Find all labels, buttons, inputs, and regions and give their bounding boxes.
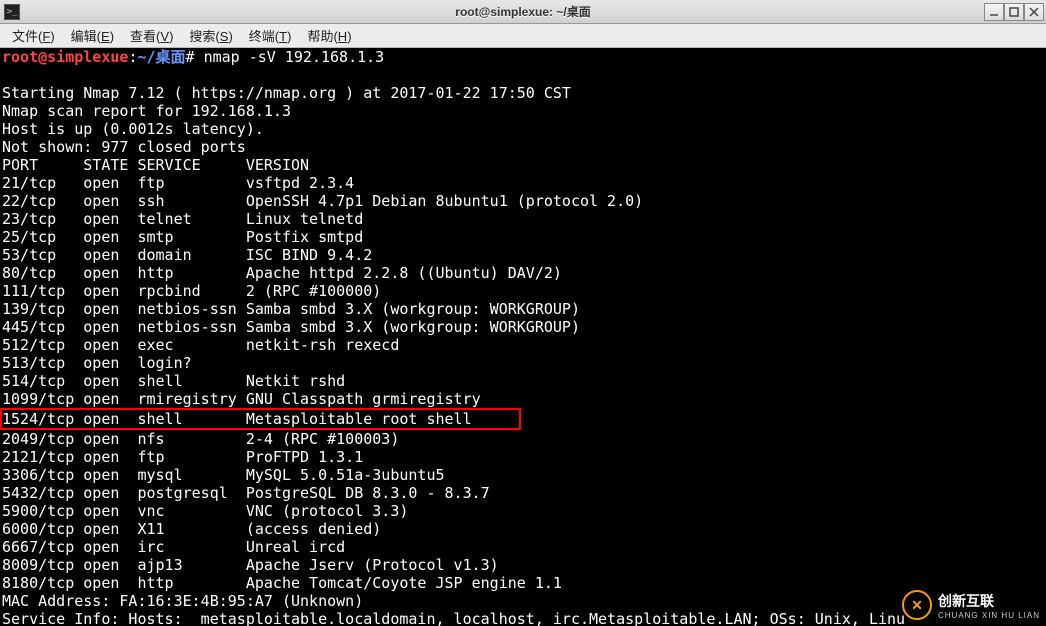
output-line: Nmap scan report for 192.168.1.3 <box>2 102 291 120</box>
terminal-app-icon: >_ <box>4 4 20 20</box>
port-row: 80/tcp open http Apache httpd 2.2.8 ((Ub… <box>2 264 562 282</box>
port-row: 111/tcp open rpcbind 2 (RPC #100000) <box>2 282 381 300</box>
port-row: 1099/tcp open rmiregistry GNU Classpath … <box>2 390 481 408</box>
menu-help[interactable]: 帮助(H) <box>299 24 359 47</box>
port-row: 512/tcp open exec netkit-rsh rexecd <box>2 336 399 354</box>
port-row: 139/tcp open netbios-ssn Samba smbd 3.X … <box>2 300 580 318</box>
window-titlebar: >_ root@simplexue: ~/桌面 <box>0 0 1046 24</box>
menu-file[interactable]: 文件(F) <box>4 24 63 47</box>
close-button[interactable] <box>1024 3 1044 21</box>
port-row: 6667/tcp open irc Unreal ircd <box>2 538 345 556</box>
window-controls <box>984 3 1044 21</box>
menubar: 文件(F) 编辑(E) 查看(V) 搜索(S) 终端(T) 帮助(H) <box>0 24 1046 48</box>
output-service-info: Service Info: Hosts: metasploitable.loca… <box>2 610 905 626</box>
output-line: Not shown: 977 closed ports <box>2 138 246 156</box>
prompt-path: ~/桌面 <box>137 48 185 66</box>
port-row: 21/tcp open ftp vsftpd 2.3.4 <box>2 174 354 192</box>
port-row: 8009/tcp open ajp13 Apache Jserv (Protoc… <box>2 556 499 574</box>
output-line: Host is up (0.0012s latency). <box>2 120 264 138</box>
maximize-button[interactable] <box>1004 3 1024 21</box>
port-row: 445/tcp open netbios-ssn Samba smbd 3.X … <box>2 318 580 336</box>
port-row: 513/tcp open login? <box>2 354 192 372</box>
terminal-viewport[interactable]: root@simplexue:~/桌面# nmap -sV 192.168.1.… <box>0 48 1046 626</box>
menu-view[interactable]: 查看(V) <box>122 24 181 47</box>
highlighted-port-row: 1524/tcp open shell Metasploitable root … <box>0 408 521 430</box>
port-row: 5900/tcp open vnc VNC (protocol 3.3) <box>2 502 408 520</box>
menu-terminal[interactable]: 终端(T) <box>241 24 300 47</box>
menu-search[interactable]: 搜索(S) <box>181 24 240 47</box>
menu-edit[interactable]: 编辑(E) <box>63 24 122 47</box>
port-row: 22/tcp open ssh OpenSSH 4.7p1 Debian 8ub… <box>2 192 643 210</box>
port-row: 3306/tcp open mysql MySQL 5.0.51a-3ubunt… <box>2 466 445 484</box>
command-text: nmap -sV 192.168.1.3 <box>195 48 385 66</box>
port-row: 6000/tcp open X11 (access denied) <box>2 520 381 538</box>
prompt-symbol: # <box>186 48 195 66</box>
port-row: 8180/tcp open http Apache Tomcat/Coyote … <box>2 574 562 592</box>
output-mac: MAC Address: FA:16:3E:4B:95:A7 (Unknown) <box>2 592 363 610</box>
port-row: 23/tcp open telnet Linux telnetd <box>2 210 363 228</box>
port-row: 2121/tcp open ftp ProFTPD 1.3.1 <box>2 448 363 466</box>
prompt-user-host: root@simplexue <box>2 48 128 66</box>
minimize-button[interactable] <box>984 3 1004 21</box>
port-row: 5432/tcp open postgresql PostgreSQL DB 8… <box>2 484 490 502</box>
port-row: 514/tcp open shell Netkit rshd <box>2 372 345 390</box>
output-line: Starting Nmap 7.12 ( https://nmap.org ) … <box>2 84 571 102</box>
port-row: 2049/tcp open nfs 2-4 (RPC #100003) <box>2 430 399 448</box>
port-row: 25/tcp open smtp Postfix smtpd <box>2 228 363 246</box>
port-row: 53/tcp open domain ISC BIND 9.4.2 <box>2 246 372 264</box>
output-header: PORT STATE SERVICE VERSION <box>2 156 309 174</box>
window-title: root@simplexue: ~/桌面 <box>455 3 590 20</box>
